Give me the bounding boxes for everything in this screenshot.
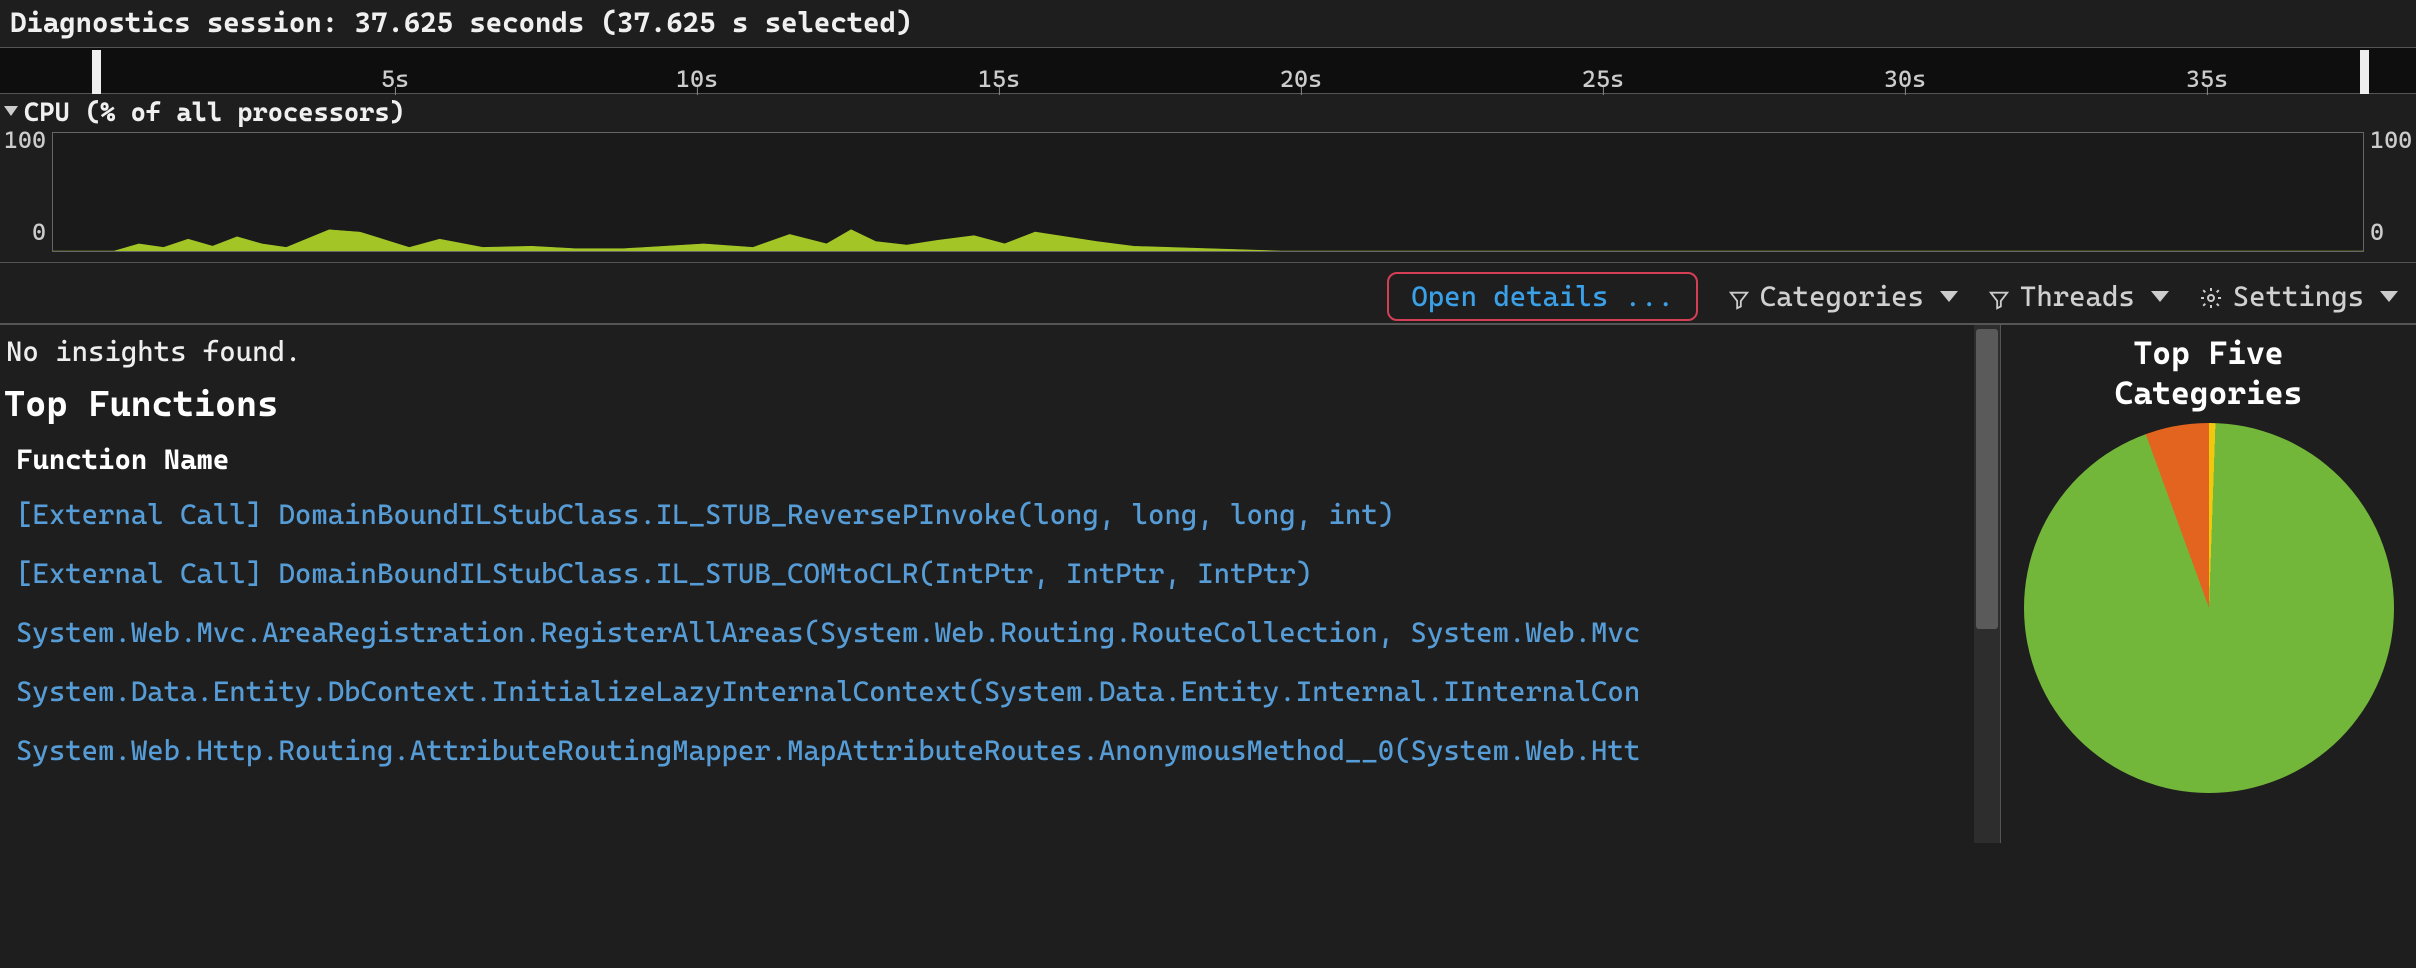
expand-icon — [4, 106, 18, 116]
function-row[interactable]: [External Call] DomainBoundILStubClass.I… — [4, 490, 1990, 549]
threads-label: Threads — [2020, 280, 2135, 313]
vertical-scrollbar[interactable] — [1974, 325, 2000, 843]
categories-filter-dropdown[interactable]: Categories — [1728, 280, 1958, 313]
timeline-ruler[interactable]: 5s 10s 15s 20s 25s 30s 35s — [0, 48, 2416, 93]
cpu-y-axis-left: 100 0 — [0, 132, 52, 252]
title-line-2: Categories — [2115, 374, 2303, 412]
no-insights-message: No insights found. — [4, 331, 1990, 378]
y-min-label: 0 — [2370, 218, 2384, 246]
cpu-usage-graph[interactable] — [52, 132, 2364, 252]
y-min-label: 0 — [32, 218, 46, 246]
top-functions-pane: No insights found. Top Functions Functio… — [0, 325, 2000, 843]
threads-filter-dropdown[interactable]: Threads — [1988, 280, 2169, 313]
cpu-y-axis-right: 100 0 — [2364, 132, 2416, 252]
function-row[interactable]: System.Web.Mvc.AreaRegistration.Register… — [4, 608, 1990, 667]
title-line-1: Top Five — [2134, 334, 2284, 372]
ruler-tick: 20s — [1280, 65, 1322, 93]
chevron-down-icon — [2151, 291, 2169, 302]
cpu-pane-header[interactable]: CPU (% of all processors) — [0, 94, 2416, 132]
function-name-column-header[interactable]: Function Name — [4, 443, 1990, 490]
settings-dropdown[interactable]: Settings — [2199, 280, 2398, 313]
selection-start-handle[interactable] — [92, 50, 101, 94]
categories-label: Categories — [1760, 280, 1924, 313]
ruler-tick: 30s — [1884, 65, 1926, 93]
function-row[interactable]: System.Web.Http.Routing.AttributeRouting… — [4, 726, 1990, 785]
gear-icon — [2199, 284, 2223, 308]
function-row[interactable]: System.Data.Entity.DbContext.InitializeL… — [4, 667, 1990, 726]
y-max-label: 100 — [2370, 126, 2412, 154]
chevron-down-icon — [2380, 291, 2398, 302]
ruler-tick: 25s — [1582, 65, 1624, 93]
cpu-header-label: CPU (% of all processors) — [24, 98, 405, 128]
function-row[interactable]: [External Call] DomainBoundILStubClass.I… — [4, 549, 1990, 608]
chevron-down-icon — [1940, 291, 1958, 302]
y-max-label: 100 — [4, 126, 46, 154]
ruler-tick: 5s — [381, 65, 409, 93]
ruler-tick: 35s — [2186, 65, 2228, 93]
scrollbar-thumb[interactable] — [1976, 329, 1998, 629]
details-toolbar: Open details ... Categories Threads Sett… — [0, 263, 2416, 323]
top-categories-title: Top Five Categories — [2009, 333, 2408, 413]
settings-label: Settings — [2233, 280, 2364, 313]
cpu-pane: CPU (% of all processors) 100 0 100 0 — [0, 93, 2416, 263]
top-functions-title: Top Functions — [4, 378, 1990, 443]
top-categories-pane: Top Five Categories — [2000, 325, 2416, 843]
selection-end-handle[interactable] — [2360, 50, 2369, 94]
open-details-link[interactable]: Open details ... — [1387, 272, 1698, 321]
ruler-tick: 10s — [676, 65, 718, 93]
filter-icon — [1988, 285, 2010, 307]
top-categories-pie-chart[interactable] — [2024, 423, 2394, 793]
session-title: Diagnostics session: 37.625 seconds (37.… — [0, 0, 2416, 48]
ruler-tick: 15s — [978, 65, 1020, 93]
filter-icon — [1728, 285, 1750, 307]
